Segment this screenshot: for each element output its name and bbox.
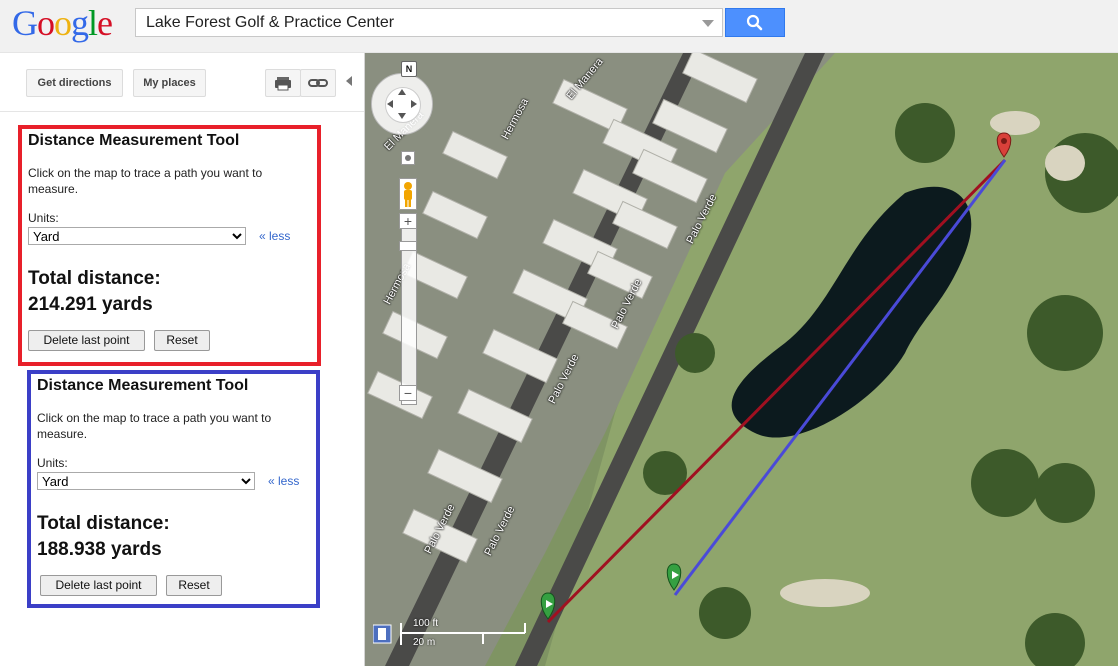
- map-imagery: [365, 53, 1118, 666]
- map-scale: 100 ft 20 m: [372, 618, 533, 655]
- total-distance-value: 214.291 yards: [28, 294, 153, 315]
- google-logo[interactable]: Google: [12, 2, 113, 44]
- delete-last-point-button[interactable]: Delete last point: [28, 330, 145, 351]
- less-link[interactable]: « less: [259, 229, 290, 243]
- street-view-pegman-icon[interactable]: [399, 178, 417, 210]
- my-places-button[interactable]: My places: [133, 69, 206, 97]
- search-box: [135, 8, 723, 37]
- units-label: Units:: [28, 211, 59, 225]
- link-icon: [308, 79, 328, 87]
- satellite-map[interactable]: El Manera El Manera Hermosa Hermosa Palo…: [365, 53, 1118, 666]
- panel-title: Distance Measurement Tool: [37, 377, 249, 394]
- search-icon: [746, 14, 763, 31]
- search-button[interactable]: [725, 8, 785, 37]
- distance-tool-panel-blue: Distance Measurement Tool Click on the m…: [27, 370, 320, 608]
- collapse-panel-arrow-icon[interactable]: [346, 76, 352, 86]
- search-input[interactable]: [136, 9, 706, 36]
- compass-north-icon[interactable]: N: [401, 61, 417, 77]
- reset-button[interactable]: Reset: [166, 575, 222, 596]
- units-select[interactable]: Yard: [37, 472, 255, 490]
- less-link[interactable]: « less: [268, 474, 299, 488]
- zoom-in-button[interactable]: +: [399, 213, 417, 229]
- scale-feet-label: 100 ft: [413, 618, 439, 629]
- zoom-out-button[interactable]: −: [399, 385, 417, 401]
- print-icon: [275, 77, 291, 91]
- reset-button[interactable]: Reset: [154, 330, 210, 351]
- link-button[interactable]: [300, 69, 336, 97]
- panel-title: Distance Measurement Tool: [28, 132, 240, 149]
- dot-icon: [405, 155, 411, 161]
- get-directions-button[interactable]: Get directions: [26, 69, 123, 97]
- search-dropdown-caret-icon[interactable]: [702, 20, 714, 27]
- delete-last-point-button[interactable]: Delete last point: [40, 575, 157, 596]
- scale-bar-icon: [372, 623, 526, 645]
- header: Google: [0, 0, 1118, 53]
- zoom-reset-button[interactable]: [401, 151, 415, 165]
- pan-control[interactable]: [371, 73, 433, 135]
- total-distance-label: Total distance:: [37, 513, 170, 534]
- panel-description: Click on the map to trace a path you wan…: [28, 166, 263, 196]
- zoom-slider-handle[interactable]: [399, 241, 417, 251]
- pan-arrows-icon: [387, 89, 417, 119]
- divider: [0, 111, 364, 112]
- distance-tool-panel-red: Distance Measurement Tool Click on the m…: [18, 125, 321, 366]
- total-distance-value: 188.938 yards: [37, 539, 162, 560]
- units-select[interactable]: Yard: [28, 227, 246, 245]
- scale-meters-label: 20 m: [413, 637, 436, 648]
- print-button[interactable]: [265, 69, 301, 97]
- panel-description: Click on the map to trace a path you wan…: [37, 411, 272, 441]
- total-distance-label: Total distance:: [28, 268, 161, 289]
- sidebar: Get directions My places Distance Measur…: [0, 53, 365, 666]
- units-label: Units:: [37, 456, 68, 470]
- pegman-icon: [404, 182, 412, 207]
